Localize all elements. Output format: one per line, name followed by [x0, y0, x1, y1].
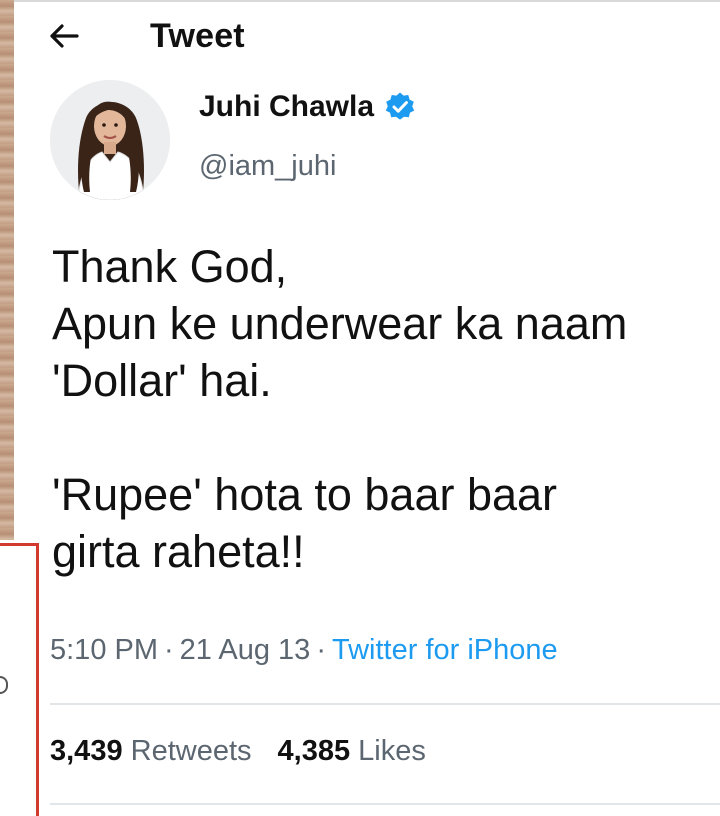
meta-separator: · — [316, 634, 326, 666]
divider — [50, 803, 720, 805]
retweets-stat[interactable]: 3,439 Retweets — [50, 735, 252, 767]
tweet-line: 'Rupee' hota to baar baar — [52, 469, 558, 520]
tweet-header: Tweet — [46, 14, 245, 58]
meta-separator: · — [164, 634, 174, 666]
tweet-date[interactable]: 21 Aug 13 — [180, 634, 311, 666]
tweet-time[interactable]: 5:10 PM — [50, 634, 158, 666]
page-title: Tweet — [150, 16, 245, 55]
avatar[interactable] — [50, 80, 170, 200]
tweet-line: Thank God, — [52, 241, 288, 292]
tweet-line: girta raheta!! — [52, 526, 305, 577]
author-name-row[interactable]: Juhi Chawla — [199, 90, 416, 124]
tweet-line: Apun ke underwear ka naam — [52, 298, 628, 349]
retweets-count: 3,439 — [50, 735, 123, 767]
arrow-left-icon[interactable] — [46, 18, 82, 54]
likes-count: 4,385 — [277, 735, 351, 767]
tweet-text: Thank God, Apun ke underwear ka naam 'Do… — [52, 238, 712, 580]
tweet-metadata: 5:10 PM · 21 Aug 13 · Twitter for iPhone — [50, 634, 558, 667]
divider — [50, 703, 720, 705]
verified-badge-icon — [384, 91, 416, 123]
likes-stat[interactable]: 4,385 Likes — [278, 735, 426, 767]
red-frame-left — [36, 543, 39, 816]
top-divider — [14, 0, 720, 2]
engagement-stats: 3,439 Retweets 4,385 Likes — [50, 735, 426, 768]
cropped-background-edge — [0, 0, 14, 540]
likes-label: Likes — [358, 735, 426, 767]
tweet-line: 'Dollar' hai. — [52, 355, 272, 406]
retweets-label: Retweets — [130, 735, 252, 767]
screenshot-page: Tweet Juhi Chawla @iam_juhi Thank God, A… — [0, 0, 720, 816]
red-frame-top — [0, 543, 39, 546]
tweet-source-link[interactable]: Twitter for iPhone — [332, 634, 558, 666]
user-handle[interactable]: @iam_juhi — [199, 150, 336, 183]
display-name[interactable]: Juhi Chawla — [199, 90, 374, 124]
